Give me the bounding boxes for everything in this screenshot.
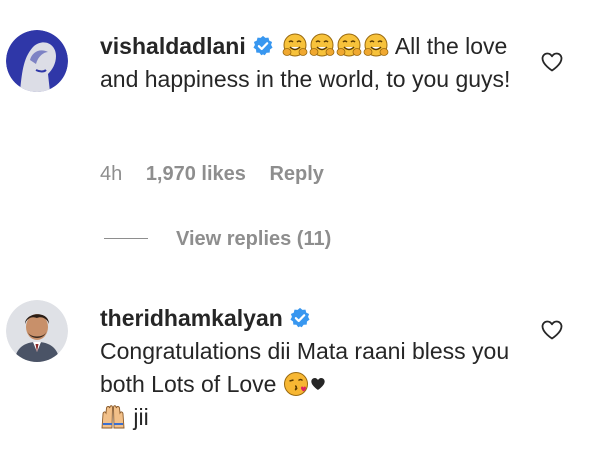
black-heart-emoji — [311, 378, 325, 390]
comment-vishaldadlani: vishaldadlani All the love and happiness… — [0, 0, 600, 260]
likes-count[interactable]: 1,970 likes — [146, 163, 246, 185]
avatar-image — [6, 300, 68, 362]
comment-meta: 4h 1,970 likes Reply — [100, 163, 342, 186]
avatar[interactable] — [6, 30, 68, 92]
comments-panel: vishaldadlani All the love and happiness… — [0, 0, 600, 450]
username[interactable]: vishaldadlani — [100, 33, 246, 59]
face-blowing-kiss-emoji — [283, 372, 308, 396]
comment-text-end: jii — [133, 404, 149, 430]
comment-theridhamkalyan: theridhamkalyan Congratulations dii Mata… — [0, 290, 600, 450]
smiling-face-with-hands-emoji — [309, 33, 335, 57]
smiling-face-with-hands-emoji — [363, 33, 389, 57]
username[interactable]: theridhamkalyan — [100, 305, 283, 331]
comment-body: theridhamkalyan Congratulations dii Mata… — [100, 302, 520, 434]
like-heart-icon[interactable] — [540, 318, 564, 342]
verified-badge-icon — [253, 35, 273, 56]
verified-badge-icon — [290, 307, 310, 328]
smiling-face-with-hands-emoji — [336, 33, 362, 57]
timestamp[interactable]: 4h — [100, 163, 122, 185]
like-heart-icon[interactable] — [540, 50, 564, 74]
comment-body: vishaldadlani All the love and happiness… — [100, 30, 520, 96]
view-replies-button[interactable]: View replies (11) — [104, 228, 331, 251]
raised-hands-emoji — [101, 405, 125, 429]
smiling-face-with-hands-emoji — [282, 33, 308, 57]
view-replies-label: View replies (11) — [176, 228, 332, 250]
divider-line — [104, 238, 148, 239]
avatar[interactable] — [6, 300, 68, 362]
reply-button[interactable]: Reply — [269, 163, 323, 185]
avatar-image — [6, 30, 68, 92]
